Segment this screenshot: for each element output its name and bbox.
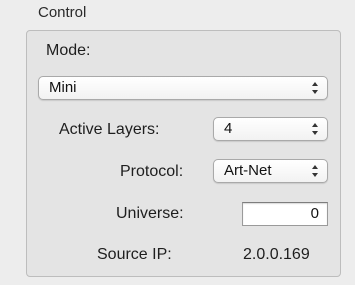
universe-field[interactable]: 0 (242, 202, 328, 226)
universe-label: Universe: (116, 205, 184, 222)
control-group-box (26, 30, 341, 277)
mode-popup[interactable]: Mini (38, 76, 328, 100)
control-panel: Control Mode: Mini Active Layers: 4 Prot… (0, 0, 355, 285)
protocol-popup[interactable]: Art-Net (213, 159, 328, 183)
mode-label: Mode: (46, 42, 91, 59)
up-down-arrows-icon (312, 82, 318, 94)
source-ip-label: Source IP: (97, 246, 172, 263)
active-layers-selected-value: 4 (224, 120, 233, 137)
active-layers-popup[interactable]: 4 (213, 117, 328, 141)
active-layers-label: Active Layers: (59, 121, 160, 138)
protocol-selected-value: Art-Net (224, 162, 272, 179)
up-down-arrows-icon (312, 165, 318, 177)
mode-selected-value: Mini (49, 79, 77, 96)
control-group-title: Control (38, 4, 87, 21)
up-down-arrows-icon (312, 123, 318, 135)
protocol-label: Protocol: (120, 163, 184, 180)
source-ip-value: 2.0.0.169 (243, 246, 310, 263)
